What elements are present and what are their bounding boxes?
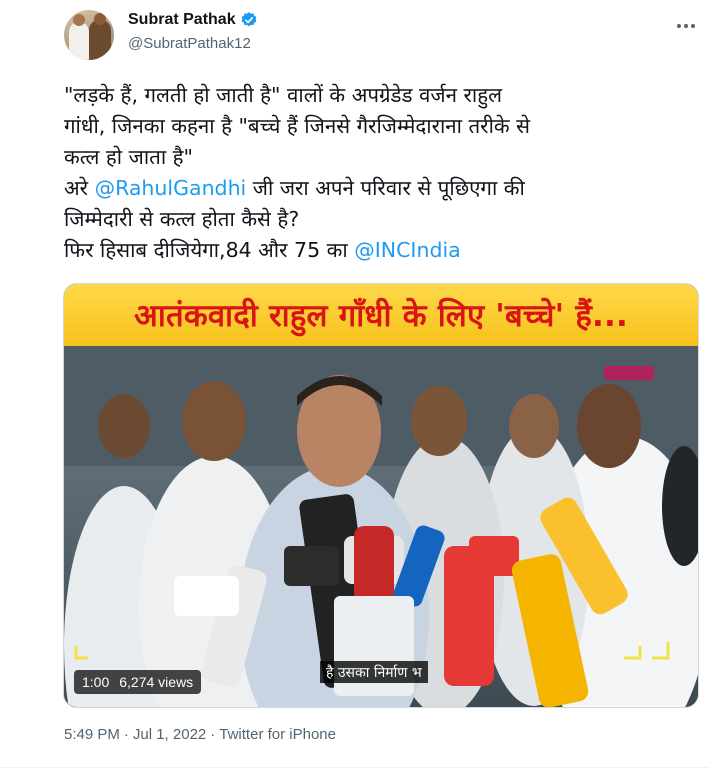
video-stats-overlay: 1:00 6,274 views (74, 670, 202, 694)
tweet-text-line: जिम्मेदारी से कत्ल होता कैसे है? (64, 204, 694, 235)
author-handle[interactable]: @SubratPathak12 (128, 35, 251, 52)
tweet-metadata: 5:49 PM · Jul 1, 2022 · Twitter for iPho… (64, 726, 336, 743)
tweet-text-line: अरे @RahulGandhi जी जरा अपने परिवार से प… (64, 173, 694, 204)
tweet-text-segment: फिर हिसाब दीजियेगा,84 और 75 का (64, 238, 355, 262)
video-frame-scene (64, 346, 698, 707)
meta-separator: · (210, 726, 216, 743)
author-name-row[interactable]: Subrat Pathak (128, 11, 258, 29)
avatar-head-right (94, 13, 106, 25)
video-subtitle: है उसका निर्माण भ (320, 661, 428, 683)
video-headline-banner: आतंकवादी राहुल गाँधी के लिए 'बच्चे' हैं.… (64, 284, 698, 346)
avatar-person-left (69, 22, 89, 60)
meta-separator: · (123, 726, 129, 743)
avatar-head-left (73, 14, 85, 26)
mention-link[interactable]: @RahulGandhi (95, 176, 247, 200)
tweet-text-segment: "लड़के हैं, गलती हो जाती है" वालों के अप… (64, 83, 502, 107)
tweet-text-segment: गांधी, जिनका कहना है "बच्चे हैं जिनसे गै… (64, 114, 530, 138)
video-headline-text: आतंकवादी राहुल गाँधी के लिए 'बच्चे' हैं.… (134, 298, 628, 334)
verified-badge-icon (240, 11, 258, 29)
tweet-text-line: कत्ल हो जाता है" (64, 142, 694, 173)
video-view-count: 6,274 views (119, 674, 194, 690)
video-duration: 1:00 (82, 674, 110, 690)
tweet-text-line: "लड़के हैं, गलती हो जाती है" वालों के अप… (64, 80, 694, 111)
tweet-text-segment: कत्ल हो जाता है" (64, 145, 193, 169)
more-horizontal-icon[interactable] (674, 14, 698, 38)
tweet-date[interactable]: Jul 1, 2022 (133, 726, 206, 743)
tweet-text: "लड़के हैं, गलती हो जाती है" वालों के अप… (64, 80, 694, 266)
tweet-text-segment: जिम्मेदारी से कत्ल होता कैसे है? (64, 207, 300, 231)
tweet-text-line: फिर हिसाब दीजियेगा,84 और 75 का @INCIndia (64, 235, 694, 266)
avatar-person-right (89, 20, 111, 60)
author-display-name[interactable]: Subrat Pathak (128, 11, 236, 29)
tweet-text-segment: अरे (64, 176, 95, 200)
author-avatar[interactable] (64, 10, 114, 60)
tweet-time[interactable]: 5:49 PM (64, 726, 120, 743)
tweet-text-segment: जी जरा अपने परिवार से पूछिएगा की (246, 176, 525, 200)
mention-link[interactable]: @INCIndia (354, 238, 461, 262)
tweet-text-line: गांधी, जिनका कहना है "बच्चे हैं जिनसे गै… (64, 111, 694, 142)
tweet-video[interactable]: आतंकवादी राहुल गाँधी के लिए 'बच्चे' हैं.… (63, 283, 699, 708)
tweet-source[interactable]: Twitter for iPhone (219, 726, 336, 743)
